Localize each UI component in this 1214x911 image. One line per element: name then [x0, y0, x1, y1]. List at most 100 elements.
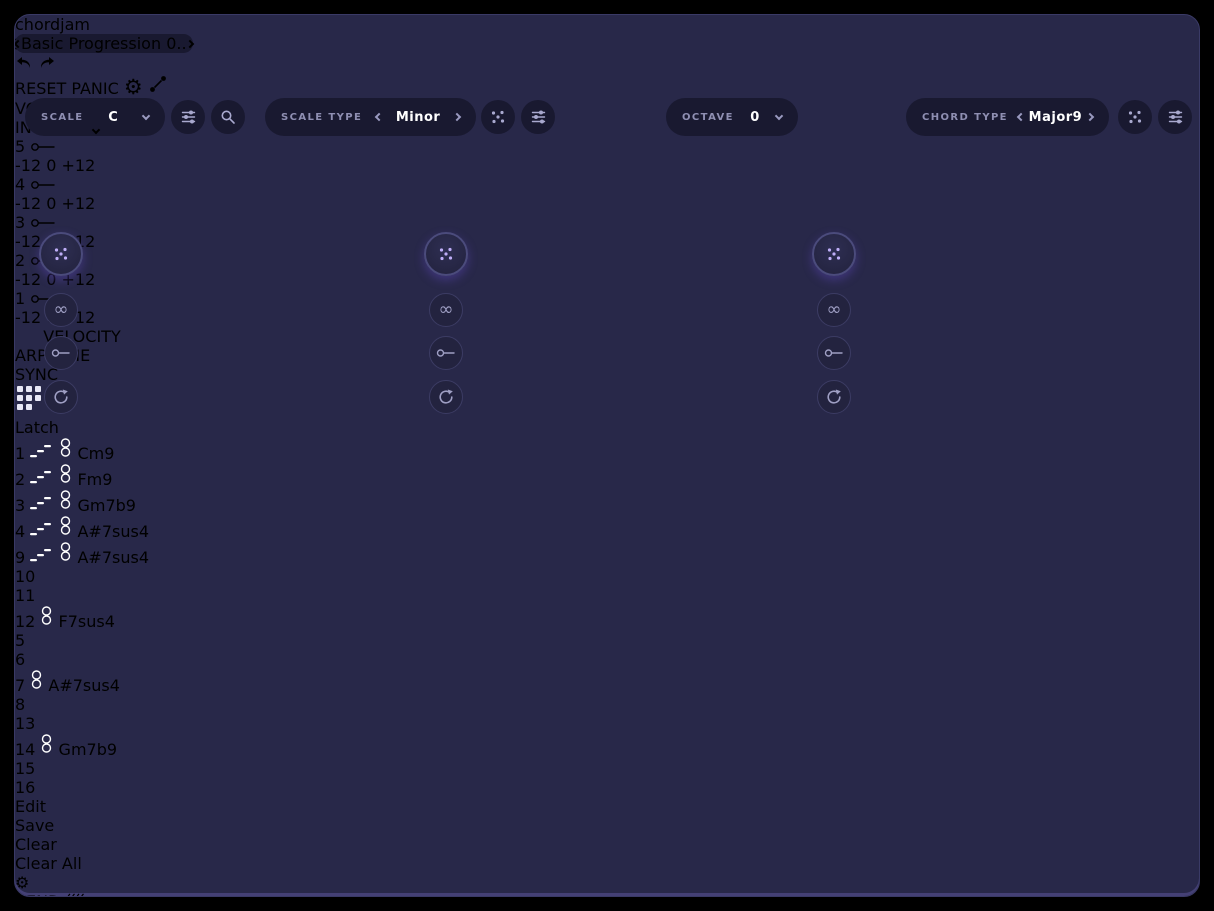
- chevron-right-icon[interactable]: [1086, 113, 1094, 121]
- undo-redo-group: [15, 55, 1199, 74]
- pad-10[interactable]: 10: [15, 567, 1199, 586]
- chord-stack-icon: [59, 541, 72, 563]
- voice-number: 3: [15, 213, 25, 232]
- transpose-minus12[interactable]: -12: [15, 308, 41, 327]
- octave-dropdown[interactable]: OCTAVE 0: [666, 98, 798, 136]
- scale-value: C: [108, 110, 118, 125]
- pad-number: 9: [15, 548, 25, 567]
- voices-infinity-button[interactable]: ∞: [44, 293, 78, 327]
- pad-number: 16: [15, 778, 35, 797]
- chevron-right-icon[interactable]: [185, 39, 193, 47]
- pad-11[interactable]: 11: [15, 586, 1199, 605]
- reset-button[interactable]: RESET: [15, 79, 66, 98]
- settings-button[interactable]: ⚙: [124, 75, 143, 99]
- velocity-link-button[interactable]: [429, 336, 463, 370]
- chord-stack-icon: [40, 733, 53, 755]
- pad-grid-icon[interactable]: [15, 384, 45, 414]
- transpose-zero[interactable]: 0: [46, 156, 56, 175]
- voices-humanize-knob[interactable]: [39, 232, 83, 276]
- pad-16[interactable]: 16: [15, 778, 1199, 797]
- infinity-icon: ∞: [54, 301, 69, 319]
- time-link-button[interactable]: [817, 336, 851, 370]
- search-icon: [220, 109, 236, 125]
- save-button[interactable]: Save: [15, 816, 1199, 835]
- pad-chord-label: Cm9: [77, 444, 114, 463]
- pad-number: 13: [15, 714, 35, 733]
- chevron-right-icon[interactable]: [453, 113, 461, 121]
- chord-stack-icon: [59, 489, 72, 511]
- pad-5[interactable]: 5: [15, 631, 1199, 650]
- bend-button[interactable]: BEND: [15, 892, 1199, 897]
- pad-4[interactable]: 4 A#7sus4: [15, 515, 1199, 541]
- transpose-minus12[interactable]: -12: [15, 194, 41, 213]
- scale-type-selector[interactable]: SCALE TYPE Minor: [265, 98, 476, 136]
- refresh-icon: [437, 388, 455, 406]
- transpose-plus12[interactable]: +12: [62, 156, 96, 175]
- transpose-plus12[interactable]: +12: [62, 194, 96, 213]
- bend-label: BEND: [15, 892, 60, 897]
- randomize-icon: [826, 246, 842, 262]
- pad-chord-label: A#7sus4: [77, 522, 149, 541]
- link-icon[interactable]: [30, 218, 56, 228]
- latch-button[interactable]: Latch: [15, 418, 1199, 437]
- transpose-minus12[interactable]: -12: [15, 232, 41, 251]
- voice-row-1: 1 -12 0 +12: [15, 289, 1199, 327]
- midi-map-button[interactable]: [148, 79, 168, 98]
- pad-number: 8: [15, 695, 25, 714]
- edit-button[interactable]: Edit: [15, 797, 1199, 816]
- pad-8[interactable]: 8: [15, 695, 1199, 714]
- pad-15[interactable]: 15: [15, 759, 1199, 778]
- link-icon[interactable]: [30, 142, 56, 152]
- voice-transpose-switch: -12 0 +12: [15, 270, 1199, 289]
- scale-type-sliders-button[interactable]: [521, 100, 555, 134]
- transpose-minus12[interactable]: -12: [15, 270, 41, 289]
- keyboard-settings-button[interactable]: ⚙: [15, 873, 1199, 892]
- pad-2[interactable]: 2 Fm9: [15, 463, 1199, 489]
- randomize-icon: [53, 246, 69, 262]
- sync-badge[interactable]: SYNC: [15, 365, 1199, 384]
- voice-number: 2: [15, 251, 25, 270]
- strum-icon: [30, 495, 54, 511]
- time-refresh-button[interactable]: [817, 380, 851, 414]
- clear-button[interactable]: Clear: [15, 835, 1199, 854]
- time-infinity-button[interactable]: ∞: [817, 293, 851, 327]
- chord-type-selector[interactable]: CHORD TYPE Major9: [906, 98, 1109, 136]
- pad-number: 15: [15, 759, 35, 778]
- voices-refresh-button[interactable]: [44, 380, 78, 414]
- undo-button[interactable]: [15, 55, 38, 74]
- scale-search-button[interactable]: [211, 100, 245, 134]
- panic-button[interactable]: PANIC: [71, 79, 118, 98]
- redo-icon: [38, 56, 56, 70]
- velocity-section: ∞ VELOCITY: [15, 327, 1199, 346]
- voices-link-button[interactable]: [44, 336, 78, 370]
- velocity-infinity-button[interactable]: ∞: [429, 293, 463, 327]
- velocity-humanize-knob[interactable]: [424, 232, 468, 276]
- transpose-minus12[interactable]: -12: [15, 156, 41, 175]
- scale-sliders-button[interactable]: [171, 100, 205, 134]
- preset-name[interactable]: Basic Progression 0..: [21, 34, 187, 53]
- pad-number: 1: [15, 444, 25, 463]
- sliders-icon: [1168, 110, 1183, 124]
- chord-type-label: CHORD TYPE: [922, 112, 1008, 123]
- pad-9[interactable]: 9 A#7sus4: [15, 541, 1199, 567]
- pad-3[interactable]: 3 Gm7b9: [15, 489, 1199, 515]
- pad-13[interactable]: 13: [15, 714, 1199, 733]
- pad-7[interactable]: 7 A#7sus4: [15, 669, 1199, 695]
- link-icon[interactable]: [30, 180, 56, 190]
- pad-1[interactable]: 1 Cm9: [15, 437, 1199, 463]
- arp-tab[interactable]: ARP: [15, 346, 47, 365]
- clear-all-button[interactable]: Clear All: [15, 854, 1199, 873]
- velocity-refresh-button[interactable]: [429, 380, 463, 414]
- pad-12[interactable]: 12 F7sus4: [15, 605, 1199, 631]
- scale-type-random-button[interactable]: [481, 100, 515, 134]
- redo-button[interactable]: [38, 55, 56, 74]
- chord-type-random-button[interactable]: [1118, 100, 1152, 134]
- time-humanize-knob[interactable]: [812, 232, 856, 276]
- panel-corner: [15, 384, 1199, 418]
- pad-14[interactable]: 14 Gm7b9: [15, 733, 1199, 759]
- pad-6[interactable]: 6: [15, 650, 1199, 669]
- chord-type-sliders-button[interactable]: [1158, 100, 1192, 134]
- transpose-zero[interactable]: 0: [46, 194, 56, 213]
- velocity-title: VELOCITY: [15, 327, 149, 346]
- strum-icon: [30, 521, 54, 537]
